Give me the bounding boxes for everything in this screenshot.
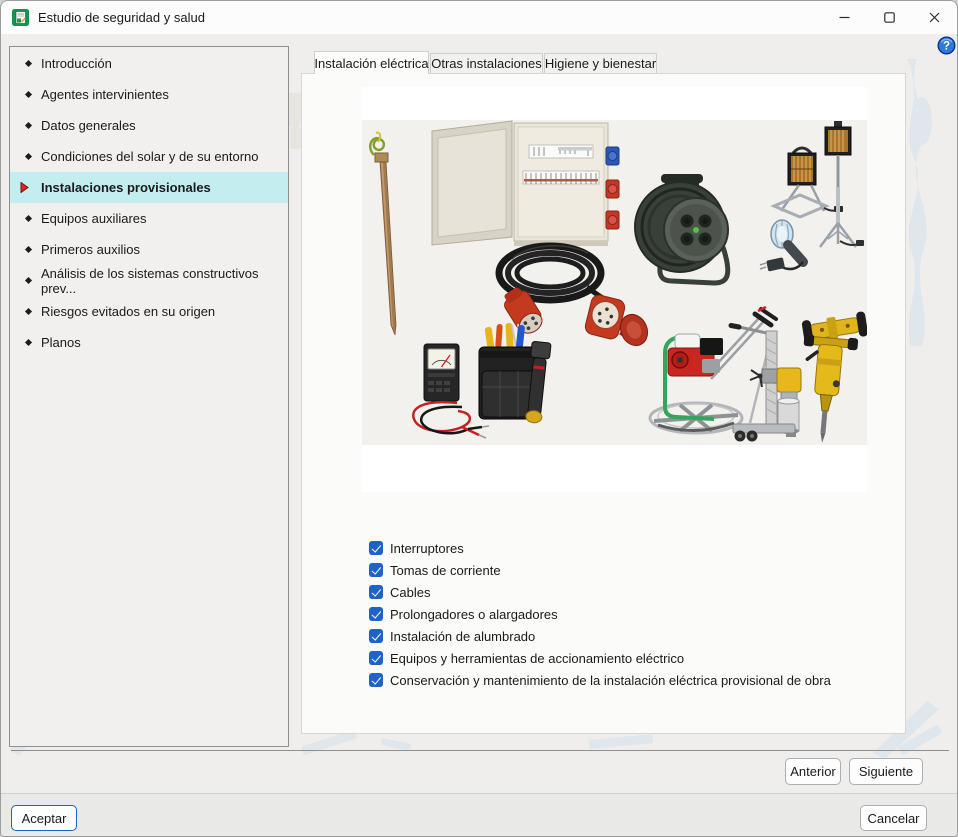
tab-higiene-bienestar[interactable]: Higiene y bienestar <box>544 53 657 73</box>
sidebar-item-planos[interactable]: Planos <box>10 327 288 358</box>
checkbox-checked-icon[interactable] <box>369 629 383 643</box>
sidebar-item-equipos-auxiliares[interactable]: Equipos auxiliares <box>10 203 288 234</box>
separator-line <box>11 750 949 751</box>
accept-button-label: Aceptar <box>22 811 67 826</box>
maximize-button[interactable] <box>867 1 912 34</box>
checkbox-row-prolongadores[interactable]: Prolongadores o alargadores <box>369 604 558 624</box>
equipment-illustration <box>362 87 867 492</box>
sidebar-item-analisis-sistemas[interactable]: Análisis de los sistemas constructivos p… <box>10 265 288 296</box>
sidebar-item-riesgos-evitados[interactable]: Riesgos evitados en su origen <box>10 296 288 327</box>
bullet-icon <box>25 153 32 160</box>
checkbox-row-tomas-corriente[interactable]: Tomas de corriente <box>369 560 501 580</box>
sidebar-item-introduccion[interactable]: Introducción <box>10 48 288 79</box>
checkbox-row-equipos-electricos[interactable]: Equipos y herramientas de accionamiento … <box>369 648 684 668</box>
checkbox-row-alumbrado[interactable]: Instalación de alumbrado <box>369 626 535 646</box>
checkbox-label: Equipos y herramientas de accionamiento … <box>390 651 684 666</box>
previous-button-label: Anterior <box>790 764 836 779</box>
checkbox-label: Cables <box>390 585 430 600</box>
distribution-board <box>432 121 619 246</box>
sidebar-item-label: Primeros auxilios <box>41 242 140 257</box>
checkbox-label: Instalación de alumbrado <box>390 629 535 644</box>
selected-arrow-icon <box>20 182 29 193</box>
close-icon <box>929 12 940 23</box>
window-controls <box>822 1 957 34</box>
bullet-icon <box>25 122 32 129</box>
checkbox-checked-icon[interactable] <box>369 563 383 577</box>
cancel-button-label: Cancelar <box>867 811 919 826</box>
maximize-icon <box>884 12 895 23</box>
next-button-label: Siguiente <box>859 764 913 779</box>
minimize-button[interactable] <box>822 1 867 34</box>
sidebar-item-label: Condiciones del solar y de su entorno <box>41 149 259 164</box>
checkbox-checked-icon[interactable] <box>369 585 383 599</box>
checkbox-row-conservacion[interactable]: Conservación y mantenimiento de la insta… <box>369 670 831 690</box>
sidebar: Introducción Agentes intervinientes Dato… <box>9 46 289 747</box>
multimeter <box>424 344 459 401</box>
sidebar-item-label: Introducción <box>41 56 112 71</box>
tab-panel: Interruptores Tomas de corriente Cables … <box>301 73 906 734</box>
checkbox-checked-icon[interactable] <box>369 607 383 621</box>
sidebar-item-label: Planos <box>41 335 81 350</box>
checkbox-label: Prolongadores o alargadores <box>390 607 558 622</box>
sidebar-item-label: Riesgos evitados en su origen <box>41 304 215 319</box>
bottom-bar: Aceptar Cancelar <box>1 793 958 837</box>
tab-otras-instalaciones[interactable]: Otras instalaciones <box>430 53 543 73</box>
bullet-icon <box>25 339 32 346</box>
checkbox-checked-icon[interactable] <box>369 673 383 687</box>
next-button[interactable]: Siguiente <box>849 758 923 785</box>
sidebar-item-label: Equipos auxiliares <box>41 211 147 226</box>
sidebar-item-agentes[interactable]: Agentes intervinientes <box>10 79 288 110</box>
sidebar-item-datos-generales[interactable]: Datos generales <box>10 110 288 141</box>
sidebar-item-condiciones-solar[interactable]: Condiciones del solar y de su entorno <box>10 141 288 172</box>
sidebar-item-instalaciones-provisionales[interactable]: Instalaciones provisionales <box>10 172 288 203</box>
checkbox-label: Tomas de corriente <box>390 563 501 578</box>
sidebar-item-label: Datos generales <box>41 118 136 133</box>
help-button[interactable]: ? <box>937 36 956 55</box>
checkbox-row-interruptores[interactable]: Interruptores <box>369 538 464 558</box>
tab-label: Instalación eléctrica <box>314 56 428 71</box>
checkbox-checked-icon[interactable] <box>369 651 383 665</box>
previous-button[interactable]: Anterior <box>785 758 841 785</box>
bullet-icon <box>25 215 32 222</box>
help-icon: ? <box>937 36 956 55</box>
tab-label: Otras instalaciones <box>431 56 542 71</box>
app-icon <box>12 9 29 26</box>
checkbox-row-cables[interactable]: Cables <box>369 582 430 602</box>
minimize-icon <box>839 12 850 23</box>
bullet-icon <box>25 246 32 253</box>
window-title: Estudio de seguridad y salud <box>38 10 205 25</box>
titlebar: Estudio de seguridad y salud <box>1 1 957 34</box>
dialog-window: Estudio de seguridad y salud ? Introducc… <box>0 0 958 837</box>
bullet-icon <box>25 277 32 284</box>
accept-button[interactable]: Aceptar <box>11 805 77 831</box>
sidebar-item-label: Análisis de los sistemas constructivos p… <box>41 266 288 296</box>
checkbox-label: Interruptores <box>390 541 464 556</box>
checkbox-label: Conservación y mantenimiento de la insta… <box>390 673 831 688</box>
tab-label: Higiene y bienestar <box>545 56 656 71</box>
cancel-button[interactable]: Cancelar <box>860 805 927 831</box>
checkbox-checked-icon[interactable] <box>369 541 383 555</box>
tab-instalacion-electrica[interactable]: Instalación eléctrica <box>314 51 429 74</box>
bullet-icon <box>25 91 32 98</box>
sidebar-item-label: Instalaciones provisionales <box>41 180 211 195</box>
bullet-icon <box>25 308 32 315</box>
sidebar-item-primeros-auxilios[interactable]: Primeros auxilios <box>10 234 288 265</box>
svg-text:?: ? <box>943 41 950 53</box>
bullet-icon <box>25 60 32 67</box>
sidebar-item-label: Agentes intervinientes <box>41 87 169 102</box>
close-button[interactable] <box>912 1 957 34</box>
